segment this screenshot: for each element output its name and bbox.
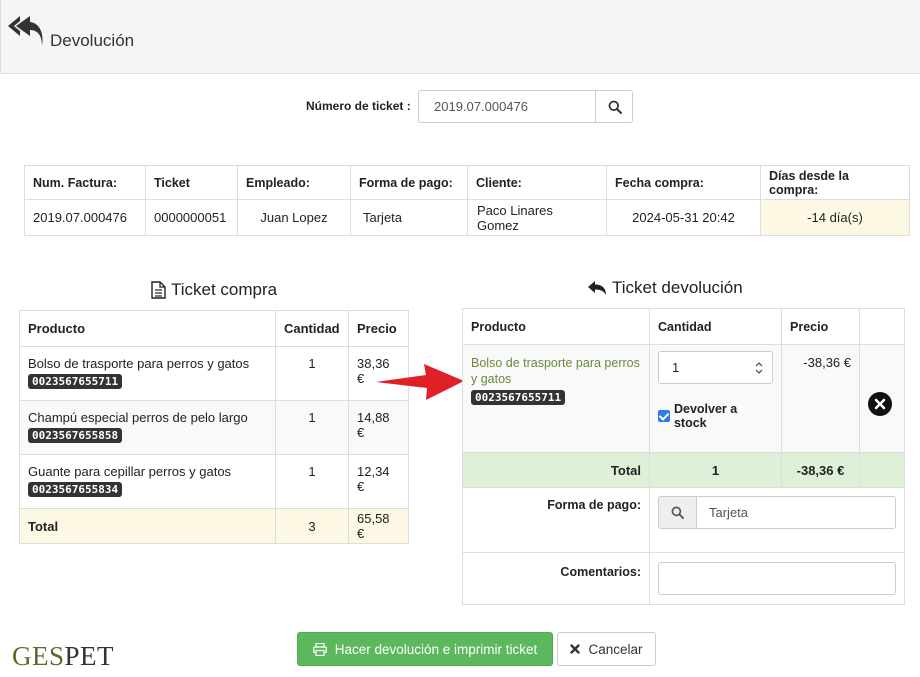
payment-method-input[interactable]: Tarjeta (696, 496, 896, 529)
submit-return-print-button[interactable]: Hacer devolución e imprimir ticket (297, 632, 553, 666)
info-header: Forma de pago: (350, 165, 468, 200)
payment-method-field[interactable]: Tarjeta (658, 496, 896, 529)
remove-item-button[interactable] (868, 392, 892, 416)
print-icon (312, 642, 327, 656)
return-quantity-input[interactable]: 1 (658, 351, 773, 384)
column-header: Cantidad (275, 310, 349, 347)
product-code-badge: 0023567655711 (471, 390, 566, 405)
info-header: Cliente: (467, 165, 607, 200)
ticket-devolucion-title: Ticket devolución (587, 278, 743, 298)
ticket-compra-title-text: Ticket compra (171, 280, 278, 299)
logo-ges: GES (12, 641, 65, 671)
close-icon (874, 398, 886, 410)
reply-icon (588, 281, 606, 295)
product-name: Guante para cepillar perros y gatos (28, 464, 232, 479)
return-total-row: Total 1 -38,36 € (462, 452, 905, 488)
ticket-number-label: Número de ticket : (306, 99, 411, 113)
info-header: Num. Factura: (24, 165, 146, 200)
submit-button-label: Hacer devolución e imprimir ticket (334, 641, 538, 657)
search-icon (671, 506, 684, 519)
product-price: 14,88 € (348, 400, 409, 455)
product-code-badge: 0023567655711 (28, 374, 123, 389)
invoice-info-table: Num. Factura: Ticket Empleado: Forma de … (24, 165, 910, 236)
product-code-badge: 0023567655834 (28, 482, 123, 497)
info-header: Días desde la compra: (760, 165, 910, 200)
ticket-compra-title: Ticket compra (151, 280, 277, 300)
page-title: Devolución (50, 31, 135, 50)
return-total-quantity: 1 (649, 452, 782, 488)
product-price: 12,34 € (348, 454, 409, 509)
table-row: Bolso de trasporte para perros y gatos 0… (462, 344, 905, 453)
ticket-devolucion-table: Producto Cantidad Precio Bolso de traspo… (462, 308, 905, 605)
reply-all-icon[interactable] (6, 14, 44, 50)
table-row[interactable]: Bolso de trasporte para perros y gatos 00… (19, 346, 409, 401)
payment-search-button[interactable] (658, 496, 696, 529)
column-header: Producto (462, 308, 650, 345)
payment-label: Forma de pago: (462, 487, 650, 553)
ticket-number-input[interactable]: 2019.07.000476 (418, 90, 596, 123)
product-name: Bolso de trasporte para perros y gatos (28, 356, 250, 371)
logo-pet: PET (64, 641, 115, 671)
comments-label: Comentarios: (462, 552, 650, 605)
employee-name: Juan Lopez (237, 199, 351, 236)
column-header: Precio (781, 308, 860, 345)
days-since-purchase: -14 día(s) (760, 199, 910, 236)
total-label: Total (19, 508, 276, 544)
product-name: Champú especial perros de pelo largo (28, 410, 248, 425)
total-row: Total 3 65,58 € (19, 508, 409, 544)
info-header: Fecha compra: (606, 165, 761, 200)
return-product-name[interactable]: Bolso de trasporte para perros y gatos (471, 355, 641, 387)
cancel-button-label: Cancelar (588, 641, 643, 657)
empty-cell (859, 452, 905, 488)
purchase-date: 2024-05-31 20:42 (606, 199, 761, 236)
ticket-compra-table: Producto Cantidad Precio Bolso de traspo… (19, 310, 409, 544)
total-price: 65,58 € (348, 508, 409, 544)
column-header-empty (859, 308, 905, 345)
spinner-icon[interactable] (754, 361, 764, 375)
table-row[interactable]: Guante para cepillar perros y gatos 00235… (19, 454, 409, 509)
return-to-stock-label: Devolver a stock (673, 402, 738, 430)
return-price: -38,36 € (781, 344, 860, 453)
column-header: Cantidad (649, 308, 782, 345)
top-bar: Devolución (0, 0, 920, 74)
comments-input[interactable] (658, 562, 896, 595)
ticket-devolucion-title-text: Ticket devolución (612, 278, 743, 297)
ticket-id: 0000000051 (145, 199, 238, 236)
payment-method: Tarjeta (350, 199, 468, 236)
column-header: Precio (348, 310, 409, 347)
search-icon (608, 100, 622, 114)
checkbox-checked-icon[interactable] (658, 410, 670, 422)
search-button[interactable] (595, 90, 633, 123)
ticket-search: Número de ticket : 2019.07.000476 (0, 90, 920, 124)
gespet-logo: GESPET (12, 641, 114, 672)
column-header: Producto (19, 310, 276, 347)
arrow-right-icon (376, 364, 464, 400)
return-total-price: -38,36 € (781, 452, 860, 488)
product-quantity: 1 (275, 454, 349, 509)
product-quantity: 1 (275, 346, 349, 401)
product-code-badge: 0023567655858 (28, 428, 123, 443)
info-header: Empleado: (237, 165, 351, 200)
product-quantity: 1 (275, 400, 349, 455)
table-row[interactable]: Champú especial perros de pelo largo 0023… (19, 400, 409, 455)
return-to-stock-checkbox[interactable]: Devolver a stock (658, 402, 773, 430)
file-text-icon (151, 281, 166, 299)
close-icon (570, 644, 581, 654)
customer-name: Paco Linares Gomez (467, 199, 607, 236)
comments-row: Comentarios: (462, 552, 905, 605)
return-quantity-value: 1 (672, 360, 680, 375)
total-label: Total (462, 452, 650, 488)
payment-row: Forma de pago: Tarjeta (462, 487, 905, 553)
cancel-button[interactable]: Cancelar (557, 632, 656, 666)
info-header: Ticket (145, 165, 238, 200)
invoice-number: 2019.07.000476 (24, 199, 146, 236)
total-quantity: 3 (275, 508, 349, 544)
